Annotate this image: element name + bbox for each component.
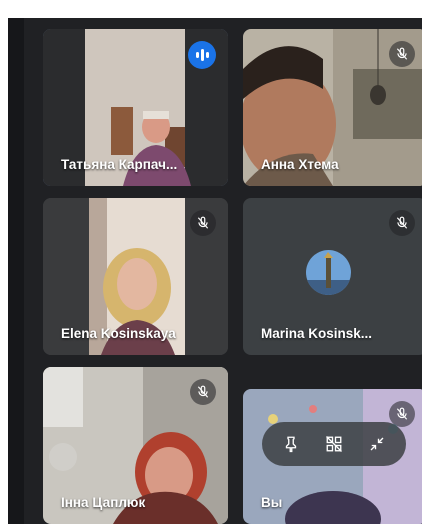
participant-name: Інна Цаплюк [61, 495, 146, 510]
speaking-indicator-icon [188, 41, 216, 69]
page-background [0, 0, 8, 532]
mic-off-icon [190, 379, 216, 405]
mic-off-icon [389, 41, 415, 67]
participant-tile[interactable]: Elena Kosinskaya [43, 198, 228, 355]
minimize-icon[interactable] [361, 428, 393, 460]
left-panel-edge [8, 18, 24, 524]
participant-name: Татьяна Карпач... [61, 157, 178, 172]
avatar [306, 250, 351, 295]
hide-tile-icon[interactable] [318, 428, 350, 460]
page-background [422, 0, 429, 532]
participant-tile[interactable]: Татьяна Карпач... [43, 29, 228, 186]
participant-tile[interactable]: Marina Kosinsk... [243, 198, 427, 355]
participant-name: Анна Хтема [261, 157, 339, 172]
pin-icon[interactable] [275, 428, 307, 460]
participant-tile[interactable]: Інна Цаплюк [43, 367, 228, 524]
participant-name: Elena Kosinskaya [61, 326, 176, 341]
self-tile-controls [262, 422, 406, 466]
mic-off-icon [190, 210, 216, 236]
participant-name: Marina Kosinsk... [261, 326, 373, 341]
participant-tile[interactable]: Анна Хтема [243, 29, 427, 186]
participant-name: Вы [261, 495, 283, 510]
mic-off-icon [389, 210, 415, 236]
